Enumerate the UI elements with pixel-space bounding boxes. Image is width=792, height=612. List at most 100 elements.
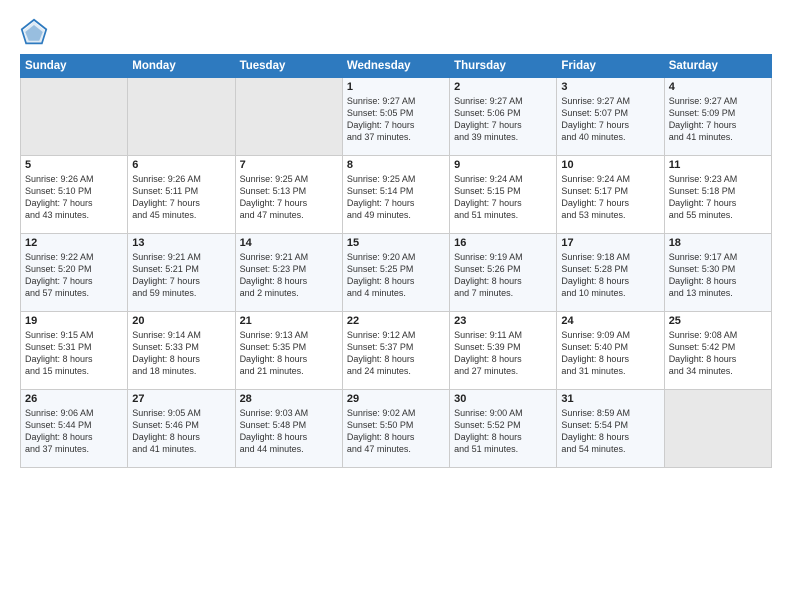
cell-info: Sunrise: 9:11 AM Sunset: 5:39 PM Dayligh…: [454, 329, 552, 378]
day-number: 18: [669, 237, 767, 249]
week-row-0: 1Sunrise: 9:27 AM Sunset: 5:05 PM Daylig…: [21, 78, 772, 156]
day-number: 5: [25, 159, 123, 171]
day-number: 11: [669, 159, 767, 171]
day-number: 20: [132, 315, 230, 327]
day-number: 16: [454, 237, 552, 249]
calendar-body: 1Sunrise: 9:27 AM Sunset: 5:05 PM Daylig…: [21, 78, 772, 468]
calendar-cell: 17Sunrise: 9:18 AM Sunset: 5:28 PM Dayli…: [557, 234, 664, 312]
calendar-cell: 22 Sunrise: 9:12 AM Sunset: 5:37 PM Dayli…: [342, 312, 449, 390]
calendar-cell: [235, 78, 342, 156]
day-number: 13: [132, 237, 230, 249]
day-number: 7: [240, 159, 338, 171]
cell-info: Sunrise: 9:27 AM Sunset: 5:06 PM Dayligh…: [454, 95, 552, 144]
calendar-cell: 14 Sunrise: 9:21 AM Sunset: 5:23 PM Dayli…: [235, 234, 342, 312]
cell-info: Sunrise: 9:24 AM Sunset: 5:17 PM Dayligh…: [561, 173, 659, 222]
calendar-cell: 28 Sunrise: 9:03 AM Sunset: 5:48 PM Dayli…: [235, 390, 342, 468]
cell-info: Sunrise: 9:24 AM Sunset: 5:15 PM Dayligh…: [454, 173, 552, 222]
calendar-cell: 2 Sunrise: 9:27 AM Sunset: 5:06 PM Daylig…: [450, 78, 557, 156]
header-cell-thursday: Thursday: [450, 55, 557, 78]
day-number: 31: [561, 393, 659, 405]
calendar-cell: 7 Sunrise: 9:25 AM Sunset: 5:13 PM Daylig…: [235, 156, 342, 234]
calendar-cell: 5 Sunrise: 9:26 AM Sunset: 5:10 PM Daylig…: [21, 156, 128, 234]
cell-info: Sunrise: 9:27 AM Sunset: 5:07 PM Dayligh…: [561, 95, 659, 144]
header-cell-wednesday: Wednesday: [342, 55, 449, 78]
logo: [20, 18, 52, 46]
day-number: 4: [669, 81, 767, 93]
calendar-cell: [21, 78, 128, 156]
calendar-cell: 13 Sunrise: 9:21 AM Sunset: 5:21 PM Dayli…: [128, 234, 235, 312]
cell-info: Sunrise: 9:06 AM Sunset: 5:44 PM Dayligh…: [25, 407, 123, 456]
day-number: 25: [669, 315, 767, 327]
day-number: 26: [25, 393, 123, 405]
cell-info: Sunrise: 9:25 AM Sunset: 5:13 PM Dayligh…: [240, 173, 338, 222]
calendar-table: SundayMondayTuesdayWednesdayThursdayFrid…: [20, 54, 772, 468]
week-row-4: 26 Sunrise: 9:06 AM Sunset: 5:44 PM Dayli…: [21, 390, 772, 468]
cell-info: Sunrise: 9:14 AM Sunset: 5:33 PM Dayligh…: [132, 329, 230, 378]
calendar-cell: 19 Sunrise: 9:15 AM Sunset: 5:31 PM Dayli…: [21, 312, 128, 390]
calendar-cell: 16 Sunrise: 9:19 AM Sunset: 5:26 PM Dayli…: [450, 234, 557, 312]
calendar-cell: [128, 78, 235, 156]
calendar-header: SundayMondayTuesdayWednesdayThursdayFrid…: [21, 55, 772, 78]
cell-info: Sunrise: 9:09 AM Sunset: 5:40 PM Dayligh…: [561, 329, 659, 378]
day-number: 10: [561, 159, 659, 171]
cell-info: Sunrise: 9:18 AM Sunset: 5:28 PM Dayligh…: [561, 251, 659, 300]
calendar-cell: 27 Sunrise: 9:05 AM Sunset: 5:46 PM Dayli…: [128, 390, 235, 468]
header-cell-tuesday: Tuesday: [235, 55, 342, 78]
week-row-3: 19 Sunrise: 9:15 AM Sunset: 5:31 PM Dayli…: [21, 312, 772, 390]
day-number: 21: [240, 315, 338, 327]
calendar-cell: 21 Sunrise: 9:13 AM Sunset: 5:35 PM Dayli…: [235, 312, 342, 390]
calendar-cell: 12Sunrise: 9:22 AM Sunset: 5:20 PM Dayli…: [21, 234, 128, 312]
calendar-cell: 29Sunrise: 9:02 AM Sunset: 5:50 PM Dayli…: [342, 390, 449, 468]
cell-info: Sunrise: 9:26 AM Sunset: 5:10 PM Dayligh…: [25, 173, 123, 222]
calendar-cell: 25 Sunrise: 9:08 AM Sunset: 5:42 PM Dayli…: [664, 312, 771, 390]
calendar-cell: 8Sunrise: 9:25 AM Sunset: 5:14 PM Daylig…: [342, 156, 449, 234]
cell-info: Sunrise: 9:05 AM Sunset: 5:46 PM Dayligh…: [132, 407, 230, 456]
cell-info: Sunrise: 9:00 AM Sunset: 5:52 PM Dayligh…: [454, 407, 552, 456]
cell-info: Sunrise: 9:21 AM Sunset: 5:23 PM Dayligh…: [240, 251, 338, 300]
day-number: 23: [454, 315, 552, 327]
cell-info: Sunrise: 9:25 AM Sunset: 5:14 PM Dayligh…: [347, 173, 445, 222]
day-number: 19: [25, 315, 123, 327]
cell-info: Sunrise: 9:03 AM Sunset: 5:48 PM Dayligh…: [240, 407, 338, 456]
day-number: 12: [25, 237, 123, 249]
header-row: SundayMondayTuesdayWednesdayThursdayFrid…: [21, 55, 772, 78]
calendar-cell: 10 Sunrise: 9:24 AM Sunset: 5:17 PM Dayli…: [557, 156, 664, 234]
cell-info: Sunrise: 9:17 AM Sunset: 5:30 PM Dayligh…: [669, 251, 767, 300]
header-cell-sunday: Sunday: [21, 55, 128, 78]
calendar-cell: 3Sunrise: 9:27 AM Sunset: 5:07 PM Daylig…: [557, 78, 664, 156]
day-number: 28: [240, 393, 338, 405]
cell-info: Sunrise: 8:59 AM Sunset: 5:54 PM Dayligh…: [561, 407, 659, 456]
week-row-1: 5 Sunrise: 9:26 AM Sunset: 5:10 PM Daylig…: [21, 156, 772, 234]
header-cell-monday: Monday: [128, 55, 235, 78]
cell-info: Sunrise: 9:21 AM Sunset: 5:21 PM Dayligh…: [132, 251, 230, 300]
day-number: 27: [132, 393, 230, 405]
calendar-cell: 30Sunrise: 9:00 AM Sunset: 5:52 PM Dayli…: [450, 390, 557, 468]
cell-info: Sunrise: 9:20 AM Sunset: 5:25 PM Dayligh…: [347, 251, 445, 300]
cell-info: Sunrise: 9:08 AM Sunset: 5:42 PM Dayligh…: [669, 329, 767, 378]
calendar-cell: 18 Sunrise: 9:17 AM Sunset: 5:30 PM Dayli…: [664, 234, 771, 312]
day-number: 2: [454, 81, 552, 93]
day-number: 14: [240, 237, 338, 249]
day-number: 6: [132, 159, 230, 171]
cell-info: Sunrise: 9:19 AM Sunset: 5:26 PM Dayligh…: [454, 251, 552, 300]
header-cell-saturday: Saturday: [664, 55, 771, 78]
header: [20, 18, 772, 46]
cell-info: Sunrise: 9:27 AM Sunset: 5:05 PM Dayligh…: [347, 95, 445, 144]
calendar-cell: 11Sunrise: 9:23 AM Sunset: 5:18 PM Dayli…: [664, 156, 771, 234]
day-number: 15: [347, 237, 445, 249]
cell-info: Sunrise: 9:15 AM Sunset: 5:31 PM Dayligh…: [25, 329, 123, 378]
calendar-cell: 1Sunrise: 9:27 AM Sunset: 5:05 PM Daylig…: [342, 78, 449, 156]
calendar-cell: 24Sunrise: 9:09 AM Sunset: 5:40 PM Dayli…: [557, 312, 664, 390]
calendar-cell: 31 Sunrise: 8:59 AM Sunset: 5:54 PM Dayli…: [557, 390, 664, 468]
day-number: 9: [454, 159, 552, 171]
cell-info: Sunrise: 9:27 AM Sunset: 5:09 PM Dayligh…: [669, 95, 767, 144]
cell-info: Sunrise: 9:12 AM Sunset: 5:37 PM Dayligh…: [347, 329, 445, 378]
cell-info: Sunrise: 9:13 AM Sunset: 5:35 PM Dayligh…: [240, 329, 338, 378]
calendar-cell: 23 Sunrise: 9:11 AM Sunset: 5:39 PM Dayli…: [450, 312, 557, 390]
calendar-cell: [664, 390, 771, 468]
header-cell-friday: Friday: [557, 55, 664, 78]
calendar-cell: 26 Sunrise: 9:06 AM Sunset: 5:44 PM Dayli…: [21, 390, 128, 468]
day-number: 22: [347, 315, 445, 327]
calendar-cell: 20 Sunrise: 9:14 AM Sunset: 5:33 PM Dayli…: [128, 312, 235, 390]
day-number: 29: [347, 393, 445, 405]
